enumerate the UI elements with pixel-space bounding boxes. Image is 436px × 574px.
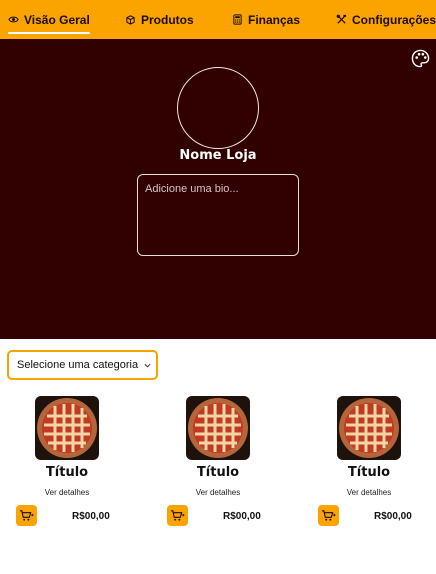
add-to-cart-button[interactable] — [16, 505, 37, 526]
pizza-image — [186, 396, 250, 460]
cart-plus-icon — [322, 510, 336, 521]
product-card[interactable]: Título Ver detalhes R$00,00 — [5, 396, 133, 528]
cart-plus-icon — [19, 510, 34, 521]
eye-icon — [8, 16, 19, 23]
tab-visao-geral-label: Visão Geral — [24, 12, 90, 27]
calculator-icon — [233, 14, 242, 25]
pizza-image — [337, 396, 401, 460]
tab-visao-geral[interactable]: Visão Geral — [8, 0, 90, 39]
store-banner: Nome Loja — [0, 39, 436, 339]
product-title: Título — [45, 465, 89, 480]
tab-produtos[interactable]: Produtos — [125, 0, 194, 39]
pizza-image — [35, 396, 99, 460]
product-title: Título — [196, 465, 240, 480]
product-price: R$00,00 — [374, 511, 412, 522]
chevron-down-icon — [144, 363, 151, 368]
product-title: Título — [347, 465, 391, 480]
tab-configuracoes-label: Configurações — [352, 12, 436, 27]
bio-input[interactable] — [137, 174, 299, 256]
store-avatar[interactable] — [177, 67, 259, 149]
product-price: R$00,00 — [72, 511, 110, 522]
tab-configuracoes[interactable]: Configurações — [336, 0, 436, 39]
tab-financas[interactable]: Finanças — [232, 0, 300, 39]
product-price: R$00,00 — [223, 511, 261, 522]
top-nav: Visão Geral Produtos Finanças Configuraç… — [0, 0, 436, 39]
cart-plus-icon — [171, 510, 185, 521]
product-card[interactable]: Título Ver detalhes R$00,00 — [307, 396, 435, 528]
tab-financas-label: Finanças — [248, 12, 301, 27]
tab-produtos-label: Produtos — [141, 12, 194, 27]
tools-icon — [336, 14, 347, 24]
box-icon — [126, 15, 135, 25]
product-details-link[interactable]: Ver detalhes — [156, 488, 280, 497]
add-to-cart-button[interactable] — [167, 505, 188, 526]
add-to-cart-button[interactable] — [318, 505, 339, 526]
category-select-value: Selecione uma categoria — [17, 359, 139, 371]
product-details-link[interactable]: Ver detalhes — [307, 488, 431, 497]
product-details-link[interactable]: Ver detalhes — [5, 488, 129, 497]
product-card[interactable]: Título Ver detalhes R$00,00 — [156, 396, 284, 528]
store-name: Nome Loja — [179, 148, 257, 163]
category-select[interactable]: Selecione uma categoria — [7, 350, 158, 380]
palette-icon[interactable] — [411, 49, 430, 68]
